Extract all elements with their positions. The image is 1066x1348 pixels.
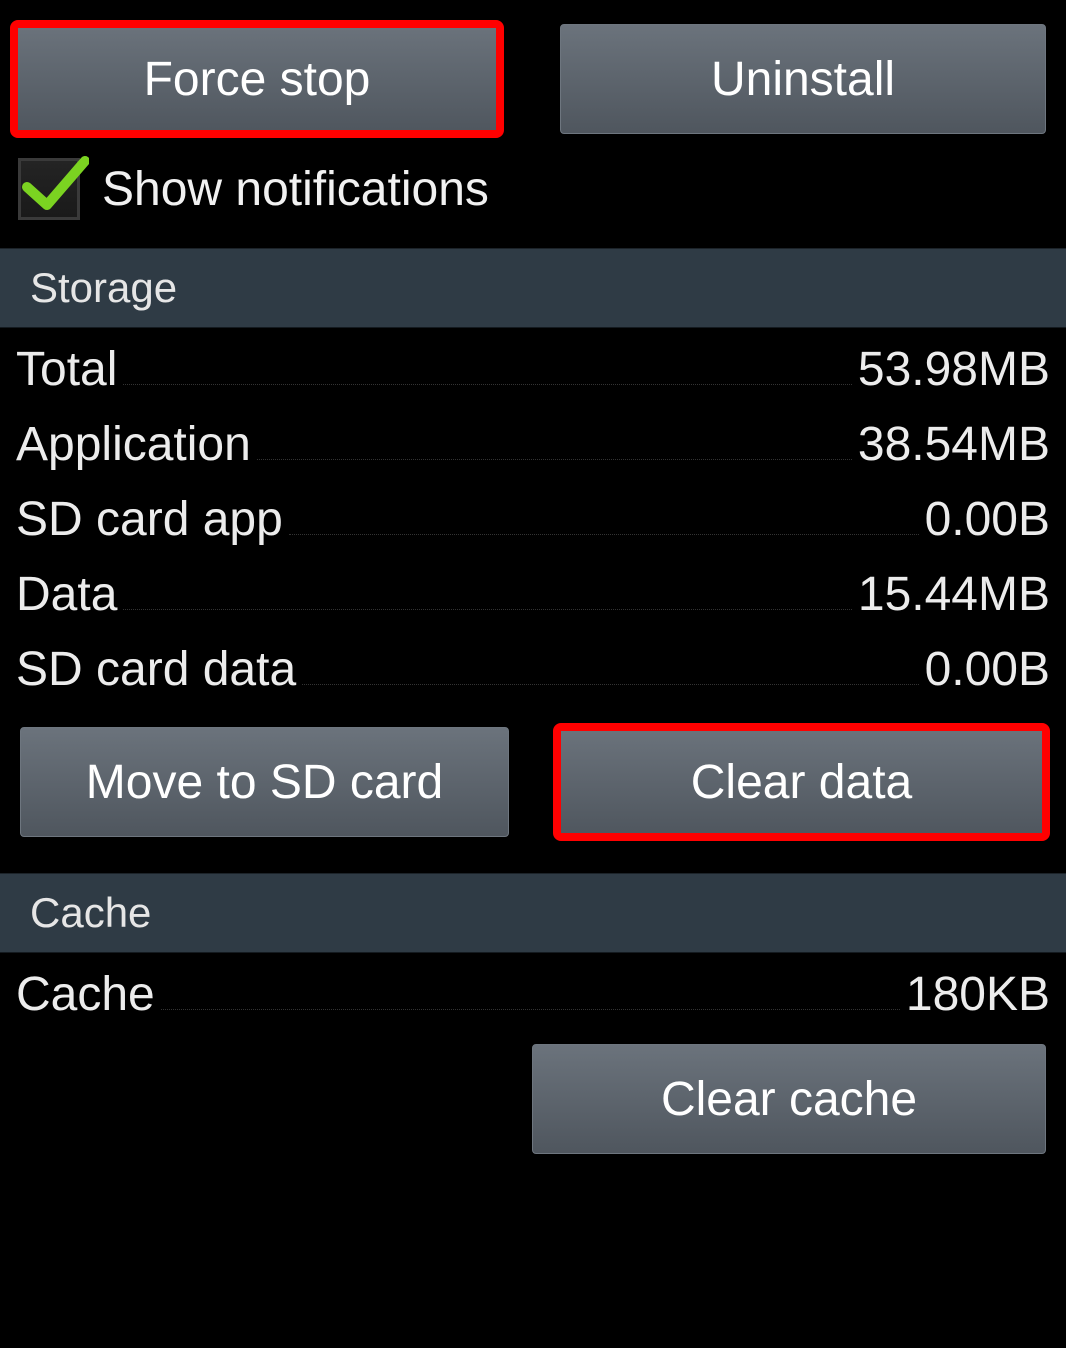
dotted-fill — [289, 534, 919, 535]
move-to-sd-button[interactable]: Move to SD card — [20, 727, 509, 837]
cache-header-label: Cache — [30, 889, 151, 937]
top-button-row: Force stop Uninstall — [0, 0, 1066, 158]
dotted-fill — [257, 459, 852, 460]
storage-sdcard-data-label: SD card data — [16, 642, 296, 697]
cache-button-row: Clear cache — [0, 1028, 1066, 1154]
storage-header-label: Storage — [30, 264, 177, 312]
spacer — [20, 1044, 532, 1154]
storage-data-label: Data — [16, 567, 117, 622]
force-stop-label: Force stop — [144, 52, 371, 107]
uninstall-label: Uninstall — [711, 52, 895, 107]
storage-row-total: Total 53.98MB — [0, 328, 1066, 403]
dotted-fill — [123, 609, 851, 610]
storage-row-application: Application 38.54MB — [0, 403, 1066, 478]
storage-button-row: Move to SD card Clear data — [0, 703, 1066, 873]
storage-sdcard-data-value: 0.00B — [925, 642, 1050, 697]
show-notifications-label: Show notifications — [102, 162, 489, 217]
storage-sdcard-app-value: 0.00B — [925, 492, 1050, 547]
storage-list: Total 53.98MB Application 38.54MB SD car… — [0, 328, 1066, 703]
storage-row-data: Data 15.44MB — [0, 553, 1066, 628]
dotted-fill — [123, 384, 851, 385]
checkmark-icon — [19, 151, 89, 221]
show-notifications-checkbox[interactable] — [18, 158, 80, 220]
cache-label: Cache — [16, 967, 155, 1022]
storage-section-header: Storage — [0, 248, 1066, 328]
clear-cache-label: Clear cache — [661, 1072, 917, 1127]
force-stop-button[interactable]: Force stop — [14, 24, 500, 134]
storage-row-sdcard-app: SD card app 0.00B — [0, 478, 1066, 553]
move-to-sd-label: Move to SD card — [86, 755, 443, 810]
storage-sdcard-app-label: SD card app — [16, 492, 283, 547]
dotted-fill — [302, 684, 918, 685]
clear-data-label: Clear data — [691, 755, 912, 810]
storage-total-label: Total — [16, 342, 117, 397]
storage-application-value: 38.54MB — [858, 417, 1050, 472]
clear-cache-button[interactable]: Clear cache — [532, 1044, 1046, 1154]
cache-value: 180KB — [906, 967, 1050, 1022]
storage-total-value: 53.98MB — [858, 342, 1050, 397]
storage-data-value: 15.44MB — [858, 567, 1050, 622]
cache-section-header: Cache — [0, 873, 1066, 953]
uninstall-button[interactable]: Uninstall — [560, 24, 1046, 134]
show-notifications-row[interactable]: Show notifications — [0, 158, 1066, 248]
dotted-fill — [161, 1009, 900, 1010]
storage-row-sdcard-data: SD card data 0.00B — [0, 628, 1066, 703]
cache-row: Cache 180KB — [0, 953, 1066, 1028]
storage-application-label: Application — [16, 417, 251, 472]
clear-data-button[interactable]: Clear data — [557, 727, 1046, 837]
cache-list: Cache 180KB — [0, 953, 1066, 1028]
